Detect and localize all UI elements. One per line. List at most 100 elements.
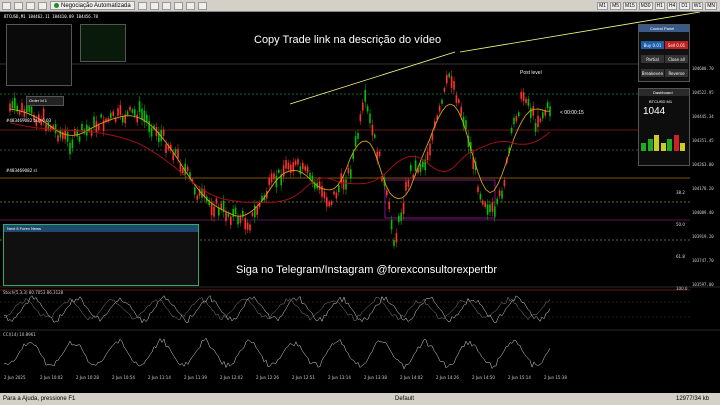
candle-body	[518, 112, 520, 116]
candle-body	[407, 180, 410, 187]
candle-body	[273, 173, 275, 180]
candle-body	[282, 165, 285, 177]
candle-body	[122, 116, 124, 123]
candle-body	[539, 118, 542, 122]
strength-bar	[660, 143, 666, 151]
candle-body	[213, 206, 215, 217]
candle-body	[419, 163, 422, 172]
reverse-button-label: Reverse	[668, 70, 685, 76]
zoom-in-button[interactable]	[137, 1, 147, 10]
control-panel: Control Panel Buy 0.01 Sell 0.01 Partial…	[638, 24, 690, 82]
time-axis-label: 2 Jun 11:14	[148, 375, 171, 380]
candle-body	[136, 114, 138, 123]
fibo-level-label: 61.8	[676, 254, 685, 259]
candle-body	[458, 99, 460, 103]
zoom-out-button[interactable]	[149, 1, 159, 10]
candle-body	[54, 124, 57, 134]
autoscroll-button[interactable]	[173, 1, 183, 10]
price-axis-label: 103747.70	[692, 258, 714, 263]
sl-marker-label: #483469082 sl	[6, 168, 37, 173]
candle-body	[299, 166, 302, 175]
timeframe-h1[interactable]: H1	[654, 1, 665, 10]
timeframe-d1[interactable]: D1	[679, 1, 690, 10]
chart-shift-button[interactable]	[185, 1, 195, 10]
candle-body	[23, 109, 26, 117]
timeframe-w1[interactable]: W1	[691, 1, 704, 10]
candle-body	[215, 198, 218, 204]
candle-body	[369, 113, 371, 124]
candle-body	[302, 162, 304, 169]
profile-name: Default	[395, 396, 415, 402]
order-id-panel[interactable]: Order Id 1	[26, 96, 64, 106]
candle-body	[542, 112, 544, 119]
time-axis-label: 2 Jun 12:02	[220, 375, 243, 380]
timeframe-m5[interactable]: M5	[610, 1, 622, 10]
candle-body	[66, 131, 69, 142]
candle-body	[328, 202, 330, 207]
candle-body	[522, 92, 525, 101]
indicators-button[interactable]	[197, 1, 207, 10]
account-panel	[6, 24, 72, 86]
candle-body	[354, 136, 357, 147]
open-button[interactable]	[14, 1, 23, 10]
candle-body	[11, 101, 14, 109]
time-axis-label: 2 Jun 15:14	[508, 375, 531, 380]
algo-trading-button[interactable]: Negociação Automatizada	[50, 1, 135, 10]
candle-body	[129, 106, 131, 111]
close-all-button[interactable]: Close all	[665, 55, 688, 63]
timeframe-m15[interactable]: M15	[623, 1, 637, 10]
copy-trade-overlay: Copy Trade link na descrição do vídeo	[254, 34, 442, 46]
reverse-button[interactable]: Reverse	[665, 69, 688, 77]
candle-body	[45, 123, 47, 131]
sell-button-label: Sell 0.01	[667, 42, 686, 48]
candle-body	[297, 159, 299, 165]
news-panel-header: Next 8 Forex News	[4, 225, 198, 232]
new-chart-button[interactable]	[2, 1, 11, 10]
buy-button[interactable]: Buy 0.01	[641, 41, 664, 49]
candle-body	[186, 166, 189, 172]
breakeven-button[interactable]: Breakeven	[641, 69, 664, 77]
candle-body	[429, 143, 431, 156]
partial-button[interactable]: Partial	[641, 55, 664, 63]
buy-button-label: Buy 0.01	[643, 42, 662, 48]
candle-body	[527, 98, 530, 106]
sell-button[interactable]: Sell 0.01	[665, 41, 688, 49]
candle-body	[414, 160, 417, 171]
timeframe-m30[interactable]: M30	[638, 1, 653, 10]
post-level-label: Post level	[520, 70, 542, 76]
candle-body	[237, 216, 239, 225]
candle-body	[426, 151, 429, 161]
candle-body	[448, 73, 450, 78]
price-axis-label: 104600.70	[692, 66, 714, 71]
candle-body	[501, 190, 503, 199]
candle-body	[287, 162, 290, 169]
close-all-button-label: Close all	[668, 56, 685, 62]
price-chart[interactable]: 104600.70 104522.95 104445.34 104351.45 1042…	[0, 12, 720, 392]
grid-button[interactable]	[161, 1, 171, 10]
candle-body	[141, 108, 143, 120]
profiles-button[interactable]	[26, 1, 35, 10]
candle-body	[323, 191, 326, 199]
symbol-info: BTCUSD,M1 104462.11 104410.89 104456.78	[4, 14, 98, 19]
market-watch-button[interactable]	[38, 1, 47, 10]
candle-body	[234, 207, 237, 215]
price-axis-label: 104351.45	[692, 138, 714, 143]
dashboard-panel: Dashboard BTCUSD M1 1044	[638, 88, 690, 166]
candle-body	[393, 240, 395, 246]
candle-body	[546, 102, 549, 108]
timeframe-m1[interactable]: M1	[597, 1, 609, 10]
candle-body	[318, 181, 321, 190]
time-axis-label: 2 Jun 14:50	[472, 375, 495, 380]
timeframe-mn[interactable]: MN	[705, 1, 717, 10]
time-axis-label: 2 Jun 13:38	[364, 375, 387, 380]
candle-body	[446, 74, 448, 84]
play-icon	[54, 3, 59, 8]
candle-body	[256, 207, 258, 215]
timeframe-h4[interactable]: H4	[666, 1, 678, 10]
candle-body	[110, 112, 112, 119]
control-panel-header: Control Panel	[639, 25, 689, 32]
candle-body	[395, 233, 398, 243]
candle-body	[491, 202, 494, 212]
candle-body	[78, 136, 81, 142]
candle-body	[494, 206, 496, 217]
